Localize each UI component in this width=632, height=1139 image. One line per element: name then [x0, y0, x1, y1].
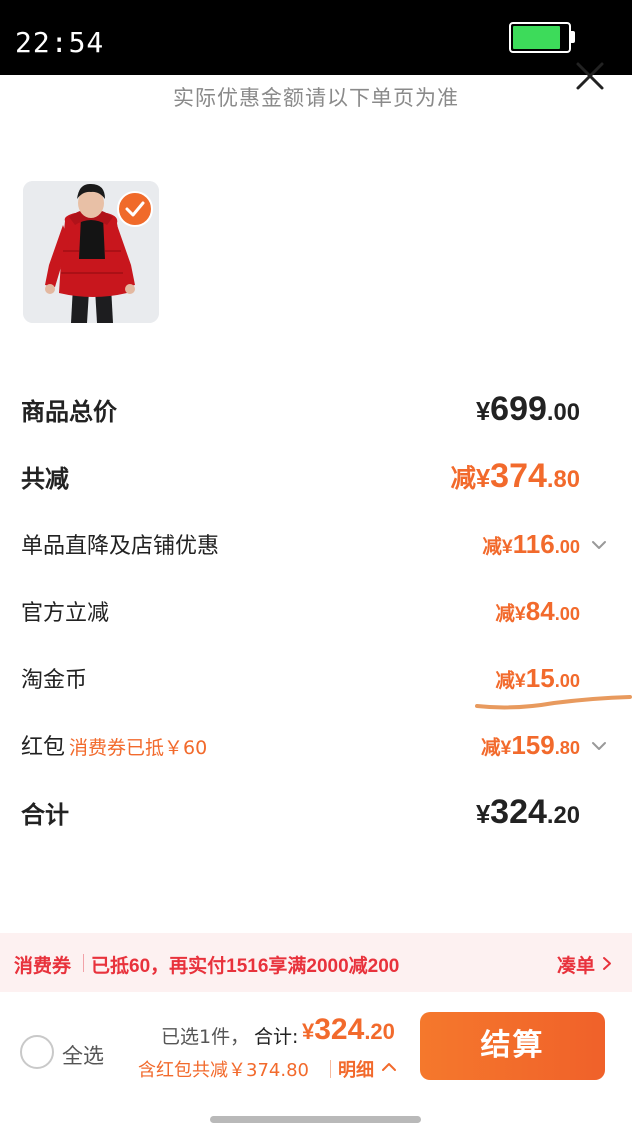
battery-cap: [571, 31, 575, 43]
voucher-text: 已抵60，再实付1516享满2000减200: [91, 956, 400, 977]
home-indicator: [210, 1116, 421, 1123]
selected-check-icon[interactable]: [117, 191, 153, 227]
chevron-down-icon[interactable]: [590, 739, 608, 753]
detail-divider: [330, 1060, 331, 1078]
select-all-radio[interactable]: [20, 1035, 54, 1069]
voucher-bar: 消费券 已抵60，再实付1516享满2000减200 凑单: [0, 933, 632, 992]
handdrawn-underline-mark: [475, 695, 632, 710]
chevron-down-icon[interactable]: [590, 538, 608, 552]
taojinbi-label: 淘金币: [21, 668, 88, 693]
official-discount-label: 官方立减: [21, 601, 110, 626]
battery-level-fill: [513, 26, 560, 49]
taojinbi-value: 减¥15.00: [495, 663, 580, 693]
bottom-total-value: ¥324.20: [302, 1013, 395, 1046]
grand-total-label: 合计: [21, 801, 69, 829]
detail-link[interactable]: 明细: [338, 1056, 374, 1082]
discount-notice: 实际优惠金额请以下单页为准: [173, 86, 459, 110]
official-discount-value: 减¥84.00: [495, 596, 580, 626]
voucher-divider: [83, 954, 84, 972]
subtotal-value: ¥699.00: [475, 390, 580, 428]
total-discount-label: 共减: [21, 465, 69, 493]
selected-count: 已选1件，: [161, 1026, 250, 1048]
status-bar: 22:54: [0, 0, 632, 75]
voucher-tag: 消费券: [14, 955, 72, 977]
battery-icon: [509, 22, 571, 53]
add-items-link[interactable]: 凑单: [557, 951, 595, 978]
chevron-right-icon[interactable]: [602, 956, 612, 971]
red-packet-coupon-note: 消费券已抵￥60: [69, 737, 208, 759]
subtotal-label: 商品总价: [21, 398, 117, 426]
grand-total-value: ¥324.20: [475, 793, 580, 831]
select-all-label[interactable]: 全选: [62, 1040, 104, 1070]
red-packet-value[interactable]: 减¥159.80: [481, 730, 580, 761]
store-discount-value[interactable]: 减¥116.00: [482, 529, 580, 560]
bottom-total-label: 合计:: [254, 1026, 299, 1048]
status-time: 22:54: [15, 26, 105, 59]
red-packet-text: 红包: [21, 735, 66, 760]
chevron-up-icon[interactable]: [380, 1061, 398, 1073]
discount-summary: 含红包共减￥374.80: [138, 1060, 309, 1081]
total-discount-value: 减¥374.80: [450, 457, 580, 495]
store-discount-label: 单品直降及店铺优惠: [21, 534, 220, 559]
checkout-button[interactable]: 结算: [420, 1012, 605, 1080]
red-packet-label: 红包 消费券已抵￥60: [21, 729, 207, 761]
